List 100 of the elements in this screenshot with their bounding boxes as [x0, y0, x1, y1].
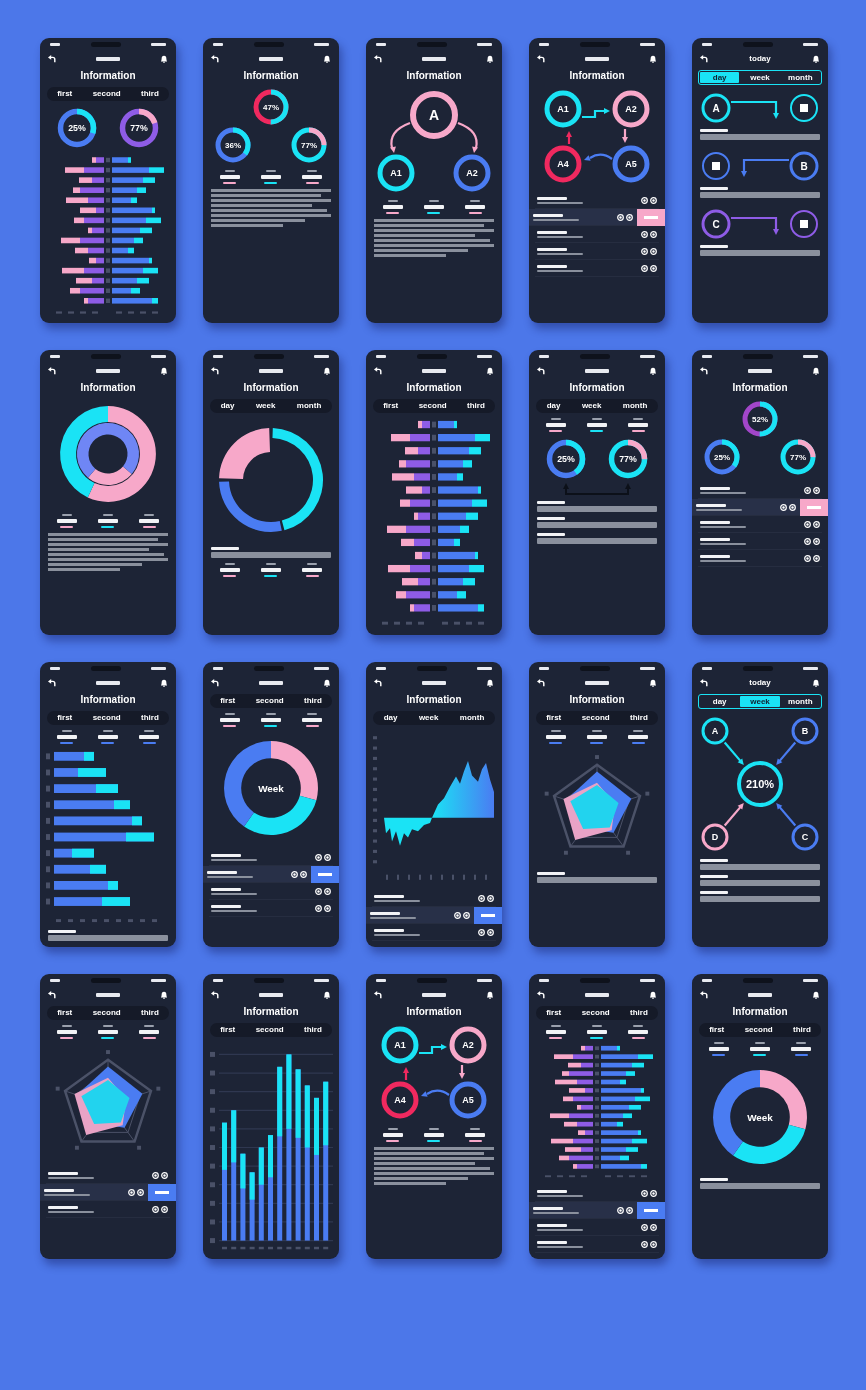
tab[interactable]: month	[780, 696, 820, 707]
tab[interactable]: second	[89, 713, 124, 723]
tab[interactable]: month	[780, 72, 820, 83]
stacked-bar	[249, 1172, 255, 1241]
blurred-text-bar	[422, 993, 446, 997]
tab[interactable]: first	[54, 713, 76, 723]
blurred-text-bar	[302, 175, 323, 179]
swipe-action-button[interactable]	[800, 498, 828, 516]
circle-icon	[128, 1188, 135, 1196]
tab[interactable]: week	[740, 696, 780, 707]
node-ring: C	[791, 823, 819, 851]
blurred-text-bar	[302, 718, 323, 722]
tab[interactable]: day	[543, 401, 564, 411]
radar-area	[570, 785, 619, 830]
screen-title: today	[749, 679, 771, 687]
notch-icon	[742, 666, 773, 671]
blurred-text-bar	[587, 423, 607, 427]
tab[interactable]: first	[217, 696, 239, 706]
curved-arrow-icon	[374, 679, 382, 687]
tab[interactable]: third	[464, 401, 488, 411]
tab[interactable]: day	[217, 401, 238, 411]
progress-ring: 47%	[251, 87, 291, 127]
tab[interactable]: third	[790, 1025, 814, 1035]
tab[interactable]: day	[700, 72, 740, 83]
tab[interactable]: third	[138, 713, 162, 723]
swipe-action-button[interactable]	[637, 208, 665, 226]
tab[interactable]: second	[89, 89, 124, 99]
tab[interactable]: second	[252, 1025, 287, 1035]
circle-icon	[137, 1188, 144, 1196]
tab[interactable]: first	[543, 713, 565, 723]
circle-icon	[641, 1223, 648, 1231]
section-heading: Information	[79, 694, 137, 706]
blurred-text-bar	[702, 979, 712, 982]
blurred-text-bar	[803, 43, 818, 46]
node-ring: A1	[377, 154, 415, 192]
tab[interactable]: first	[217, 1025, 239, 1035]
tab[interactable]: month	[456, 713, 488, 723]
blurred-text-bar	[376, 667, 386, 670]
tab[interactable]: week	[415, 713, 442, 723]
tab[interactable]: second	[578, 1008, 613, 1018]
section-heading: Information	[242, 1006, 300, 1018]
tab[interactable]: second	[252, 696, 287, 706]
tab[interactable]: first	[706, 1025, 728, 1035]
circle-icon	[650, 264, 657, 272]
circle-icon	[454, 911, 461, 919]
blurred-text-bar	[585, 681, 609, 685]
tab[interactable]: week	[252, 401, 279, 411]
tab[interactable]: second	[89, 1008, 124, 1018]
tab[interactable]: third	[138, 89, 162, 99]
bell-icon	[323, 55, 331, 63]
swipe-action-button[interactable]	[637, 1201, 665, 1219]
swipe-action-button[interactable]	[474, 906, 502, 924]
tab[interactable]: second	[415, 401, 450, 411]
tab[interactable]: day	[380, 713, 401, 723]
circle-icon	[789, 503, 796, 511]
blurred-text-bar	[628, 1030, 649, 1034]
tab[interactable]: third	[138, 1008, 162, 1018]
swipe-action-button[interactable]	[148, 1183, 176, 1201]
blurred-text-bar	[376, 355, 386, 358]
tab[interactable]: second	[741, 1025, 776, 1035]
blurred-text-bar	[50, 355, 60, 358]
swipe-action-button[interactable]	[311, 865, 339, 883]
circle-icon	[641, 247, 648, 255]
stacked-bar	[54, 848, 94, 858]
blurred-text-bar	[539, 667, 549, 670]
tab[interactable]: first	[54, 89, 76, 99]
tab[interactable]: second	[578, 713, 613, 723]
bell-icon	[812, 55, 820, 63]
tab[interactable]: month	[293, 401, 325, 411]
circle-icon	[813, 486, 820, 494]
progress-ring: 52%	[740, 399, 780, 439]
blurred-text-bar	[585, 993, 609, 997]
notch-icon	[742, 978, 773, 983]
bell-icon	[649, 367, 657, 375]
arrow	[741, 158, 789, 177]
tab[interactable]: third	[301, 1025, 325, 1035]
tab[interactable]: third	[627, 1008, 651, 1018]
tab[interactable]: first	[543, 1008, 565, 1018]
arrow	[776, 803, 797, 827]
tab[interactable]: month	[619, 401, 651, 411]
tab[interactable]: day	[700, 696, 740, 707]
blurred-text-bar	[96, 369, 120, 373]
bell-icon	[323, 991, 331, 999]
blurred-text-bar	[702, 355, 712, 358]
circle-icon	[463, 911, 470, 919]
tab[interactable]: first	[380, 401, 402, 411]
notch-icon	[253, 42, 284, 47]
arrow	[459, 1065, 465, 1079]
tab[interactable]: week	[740, 72, 780, 83]
tab[interactable]: third	[301, 696, 325, 706]
blurred-text-bar	[628, 423, 649, 427]
blurred-text-bar	[98, 1030, 118, 1034]
tab[interactable]: third	[627, 713, 651, 723]
section-heading: Information	[731, 1006, 789, 1018]
blurred-text-bar	[98, 519, 118, 523]
tab[interactable]: first	[54, 1008, 76, 1018]
arrow	[731, 100, 779, 119]
section-heading: Information	[79, 382, 137, 394]
blurred-text-bar	[465, 1133, 486, 1137]
tab[interactable]: week	[578, 401, 605, 411]
